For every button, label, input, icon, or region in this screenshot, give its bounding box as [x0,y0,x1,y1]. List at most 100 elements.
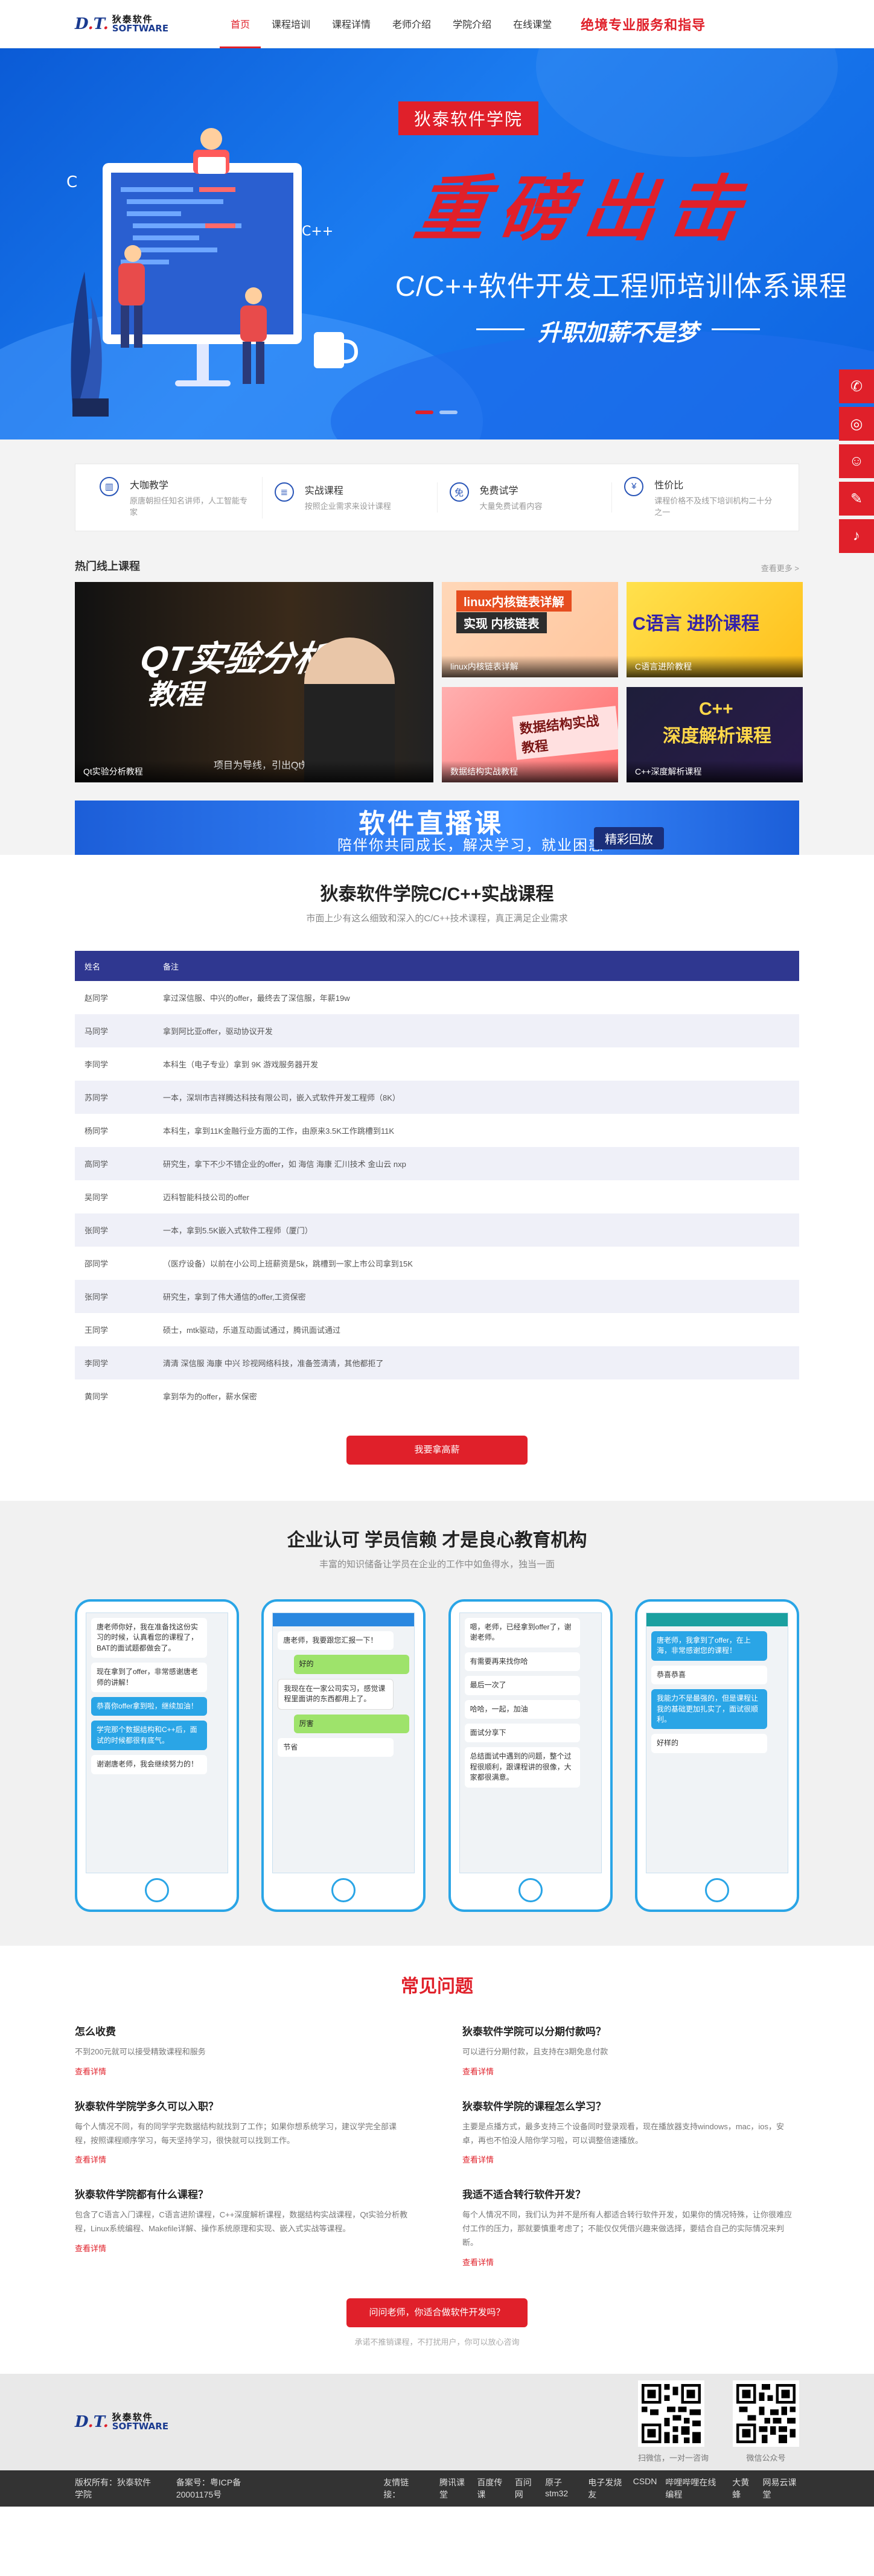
footer-logo[interactable]: D.T. 狄泰软件 SOFTWARE [75,2413,208,2431]
faq-more-link[interactable]: 查看详情 [75,2153,106,2165]
friend-link[interactable]: CSDN [633,2476,657,2501]
chat-bubble: 我现在在一家公司实习，感觉课程里面讲的东西都用上了。 [278,1678,394,1710]
student-table-section: 狄泰软件学院C/C++实战课程 市面上少有这么细致和深入的C/C++技术课程，真… [0,855,874,1477]
course-title: 数据结构实战教程 [512,706,618,760]
chat-bubble: 我能力不是最强的，但是课程让我的基础更加扎实了，面试很顺利。 [651,1689,767,1730]
table-row: 马同学 拿到阿比亚offer，驱动协议开发 [75,1014,799,1047]
table-row: 杨同学 本科生，拿到11K金融行业方面的工作，由原来3.5K工作跳槽到11K [75,1114,799,1147]
faq-more-link[interactable]: 查看详情 [75,2065,106,2077]
copyright-bar: 版权所有：狄泰软件学院 备案号：粤ICP备20001175号 友情链接： 腾讯课… [0,2470,874,2507]
faq-answer: 每个人情况不同，我们认为并不是所有人都适合转行软件开发，如果你的情况特殊，让你很… [462,2210,793,2247]
nav-course-detail[interactable]: 课程详情 [321,0,381,48]
ask-teacher-button[interactable]: 问问老师，你适合做软件开发吗？ [346,2298,528,2327]
live-course-banner[interactable]: 软件直播课 陪伴你共同成长，解决学习，就业困惑 精彩回放 [75,801,799,855]
course-tag: linux内核链表详解 [456,590,572,612]
banner-subtitle: 升职加薪不是梦 [181,314,874,347]
faq-more-link[interactable]: 查看详情 [462,2153,494,2165]
nav-online-class[interactable]: 在线课堂 [502,0,563,48]
chat-bubble: 现在拿到了offer，非常感谢唐老师的讲解！ [91,1663,207,1692]
icp-text[interactable]: 备案号：粤ICP备20001175号 [176,2476,275,2501]
table-row: 黄同学 拿到华为的offer，薪水保密 [75,1379,799,1413]
chat-bubble: 好样的 [651,1734,767,1753]
banner-headline: 重磅出击 [409,167,760,251]
feature-item: ≣ 实战课程 按照企业需求来设计课程 [263,482,438,513]
logo[interactable]: D.T. 狄泰软件 SOFTWARE [75,15,208,33]
friend-link[interactable]: 电子发烧友 [588,2476,625,2501]
chat-bubble: 总结面试中遇到的问题，整个过程很顺利，跟课程讲的很像，大家都很满意。 [464,1747,581,1788]
student-note: 硕士，mtk驱动，乐道互动面试通过，腾讯面试通过 [163,1326,340,1335]
friend-link[interactable]: 百问网 [515,2476,537,2501]
hot-courses-title: 热门线上课程 [75,560,140,572]
friend-link[interactable]: 大黄蜂 [732,2476,754,2501]
faq-item: 我适不适合转行软件开发？ 每个人情况不同，我们认为并不是所有人都适合转行软件开发，… [462,2186,799,2268]
get-high-salary-button[interactable]: 我要拿高薪 [346,1436,528,1465]
weibo-icon[interactable]: ◎ [839,407,874,441]
chat-screen: 嗯，老师，已经拿到offer了，谢谢老师。 有需要再来找你哈 最后一次了 哈哈，一起，… [459,1612,602,1873]
student-note: 研究生，拿下不少不错企业的offer，如 海信 海康 汇川技术 金山云 nxp [153,1147,799,1180]
qr-label: 扫微信，一对一咨询 [637,2453,709,2463]
edit-icon[interactable]: ✎ [839,482,874,516]
chat-screen: 唐老师，我拿到了offer，在上海，非常感谢您的课程！ 恭喜恭喜 我能力不是最强的，… [645,1612,788,1873]
friend-link[interactable]: 原子stm32 [545,2476,579,2501]
faq-more-link[interactable]: 查看详情 [462,2256,494,2268]
course-caption: C++深度解析课程 [627,761,803,782]
carousel-dot-2[interactable] [439,411,458,414]
feature-desc: 大量免费试看内容 [479,502,543,511]
free-icon: 免 [449,482,469,502]
feature-strip: ▥ 大咖教学 原唐朝担任知名讲师，人工智能专家 ≣ 实战课程 按照企业需求来设计课程… [75,464,799,531]
friend-link[interactable]: 百度传课 [477,2476,506,2501]
faq-question: 狄泰软件学院的课程怎么学习？ [462,2100,606,2112]
nav-teachers[interactable]: 老师介绍 [381,0,442,48]
feature-title: 大咖教学 [130,480,169,491]
chat-bubble: 面试分享下 [464,1723,581,1743]
friend-link[interactable]: 哔哩哔哩在线编程 [665,2476,724,2501]
svg-text:C: C [66,173,77,191]
more-link[interactable]: 查看更多 > [761,562,799,574]
bell-icon[interactable]: ♪ [839,519,874,553]
table-row: 赵同学 拿过深信服、中兴的offer，最终去了深信服，年薪19w [75,981,799,1014]
table-row: 李同学 清清 深信服 海康 中兴 珍视网络科技，准备签清清，其他都拒了 [75,1346,799,1379]
nav-training[interactable]: 课程培训 [261,0,321,48]
faq-answer: 包含了C语言入门课程，C语言进阶课程，C++深度解析课程，数据结构实战课程，Qt… [75,2210,408,2233]
course-card-linux[interactable]: linux内核链表详解 实现 内核链表 linux内核链表详解 [442,582,618,677]
hero-banner[interactable]: C C++ 狄泰软件学院 重磅出击 C/C++软件开发工程师培训体系课程 升职加… [0,48,874,439]
faq-more-link[interactable]: 查看详情 [75,2242,106,2254]
friend-link[interactable]: 腾讯课堂 [439,2476,468,2501]
feature-title: 免费试学 [479,486,518,497]
carousel-dot-1[interactable] [415,411,433,414]
chat-bubble: 哈哈，一起，加油 [464,1699,581,1719]
replay-button[interactable]: 精彩回放 [594,827,664,849]
faq-more-link[interactable]: 查看详情 [462,2065,494,2077]
course-icon: ≣ [274,482,294,502]
faq-item: 狄泰软件学院可以分期付款吗？ 可以进行分期付款，且支持在3期免息付款 查看详情 [462,2023,799,2077]
faq-note: 承诺不推销课程，不打扰用户，你可以放心咨询 [354,2337,520,2347]
nav-home[interactable]: 首页 [220,0,261,48]
developer-illustration: C C++ [66,128,359,417]
faq-question: 狄泰软件学院学多久可以入职？ [75,2100,218,2112]
copyright-text: 版权所有：狄泰软件学院 [75,2477,151,2499]
wechat-icon[interactable]: ✆ [839,369,874,403]
chat-bubble: 好的 [293,1655,410,1674]
nav-about[interactable]: 学院介绍 [442,0,502,48]
course-caption: linux内核链表详解 [442,656,618,677]
faq-answer: 不到200元就可以接受精致课程和服务 [75,2047,206,2056]
feature-title: 性价比 [654,480,684,491]
chat-screen: 唐老师，我要跟您汇报一下！ 好的 我现在在一家公司实习，感觉课程里面讲的东西都用上了… [272,1612,415,1873]
table-row: 张同学 研究生，拿到了伟大通信的offer,工资保密 [75,1280,799,1313]
course-card-c-advanced[interactable]: C语言 进阶课程 C语言进阶教程 [627,582,803,677]
course-card-data-structure[interactable]: 数据结构实战教程 数据结构实战教程 [442,687,618,782]
faq-item: 狄泰软件学院都有什么课程？ 包含了C语言入门课程，C语言进阶课程，C++深度解析课… [75,2186,412,2268]
feature-item: ▥ 大咖教学 原唐朝担任知名讲师，人工智能专家 [88,476,263,519]
table-row: 吴同学 迈科智能科技公司的offer [75,1180,799,1213]
qq-icon[interactable]: ☺ [839,444,874,478]
student-table: 姓名 备注 赵同学 拿过深信服、中兴的offer，最终去了深信服，年薪19w 马同学… [75,951,799,1413]
header: D.T. 狄泰软件 SOFTWARE 首页 课程培训 课程详情 老师介绍 学院介… [0,0,874,48]
course-card-qt[interactable]: QT实验分析 教程 项目为导线，引出Qt知识点 Qt实验分析教程 [75,582,433,782]
table-body: 赵同学 拿过深信服、中兴的offer，最终去了深信服，年薪19w 马同学 拿到阿比亚o… [75,981,799,1413]
carousel-dots [415,411,458,414]
course-tag: 实现 内核链表 [456,612,547,633]
friend-link[interactable]: 网易云课堂 [763,2476,800,2501]
friend-links-label: 友情链接： [383,2477,409,2499]
course-card-cpp[interactable]: C++ 深度解析课程 C++深度解析课程 [627,687,803,782]
feature-title: 实战课程 [304,486,343,497]
